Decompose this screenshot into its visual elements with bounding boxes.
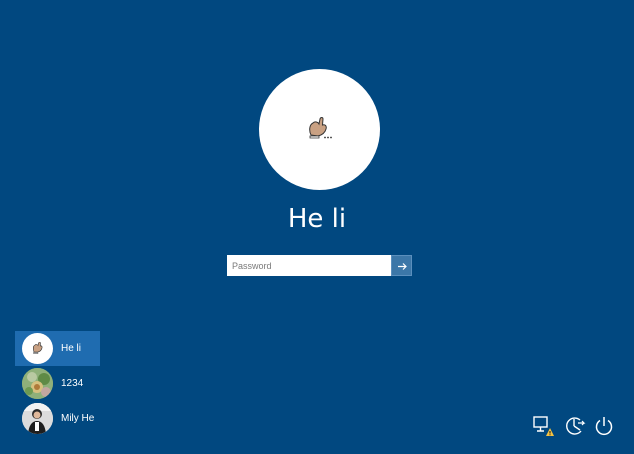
network-button[interactable] [531, 414, 555, 438]
user-list: He li 1234 Mily He [15, 331, 100, 436]
user-list-item-label: Mily He [61, 413, 95, 424]
user-list-item-1234[interactable]: 1234 [15, 366, 100, 401]
network-icon [533, 416, 554, 436]
password-input[interactable] [227, 255, 395, 276]
user-list-item-label: He li [61, 343, 82, 354]
user-list-item-he-li[interactable]: He li [15, 331, 100, 366]
main-user-avatar [259, 69, 380, 190]
ease-of-access-icon [566, 417, 586, 435]
hand-sketch-avatar-icon [22, 333, 53, 364]
submit-button[interactable] [391, 255, 412, 276]
ease-of-access-button[interactable] [562, 414, 586, 438]
power-button[interactable] [592, 414, 616, 438]
user-list-item-label: 1234 [61, 378, 84, 389]
arrow-right-icon [398, 263, 407, 270]
power-icon [595, 417, 613, 436]
hand-sketch-avatar-icon [309, 117, 332, 139]
flower-photo-avatar-icon [22, 368, 53, 399]
main-user-name: He li [287, 204, 347, 234]
user-list-item-mily-he[interactable]: Mily He [15, 401, 100, 436]
lock-screen: He li He li 1234 Mily He [0, 0, 634, 454]
person-photo-avatar-icon [22, 403, 53, 434]
